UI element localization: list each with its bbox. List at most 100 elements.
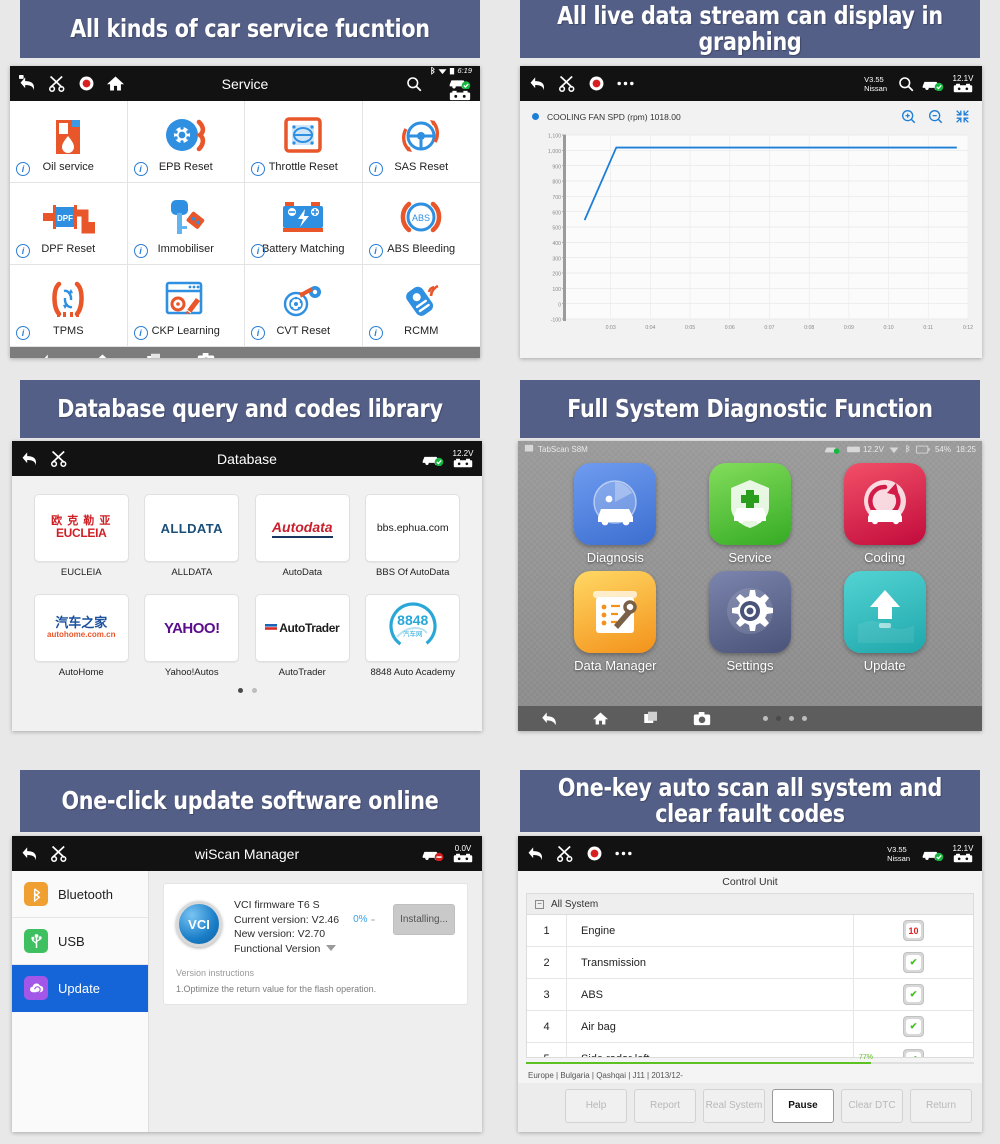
record-icon[interactable] xyxy=(78,75,95,92)
scissors-icon[interactable] xyxy=(48,75,67,92)
functional-version-row[interactable]: Functional Version xyxy=(234,942,381,957)
more-options-icon[interactable] xyxy=(614,850,633,857)
info-icon[interactable]: i xyxy=(133,162,148,176)
app-tile-update[interactable]: Update xyxy=(817,571,952,673)
service-tile[interactable]: CVT Reset i xyxy=(245,265,363,347)
zoom-out-icon[interactable] xyxy=(928,109,943,124)
real-system-button[interactable]: Real System xyxy=(703,1089,765,1123)
nav-recents-icon[interactable] xyxy=(128,353,180,358)
record-icon[interactable] xyxy=(588,75,605,92)
all-system-header[interactable]: − All System xyxy=(527,894,973,915)
nav-back-icon[interactable] xyxy=(540,711,558,726)
info-icon[interactable]: i xyxy=(251,244,265,258)
app-tile-service[interactable]: Service xyxy=(683,463,818,565)
nav-screenshot-icon[interactable] xyxy=(180,353,232,358)
info-icon[interactable]: i xyxy=(251,162,265,176)
app-tile-diagnosis[interactable]: Diagnosis xyxy=(548,463,683,565)
info-icon[interactable]: i xyxy=(16,326,30,340)
back-icon[interactable] xyxy=(20,450,39,467)
database-item[interactable]: YAHOO! Yahoo!Autos xyxy=(144,594,240,678)
sidebar-item-usb[interactable]: USB xyxy=(12,918,148,965)
page-dot[interactable] xyxy=(789,716,794,721)
service-tile[interactable]: EPB Reset i xyxy=(127,101,245,183)
database-item[interactable]: bbs.ephua.com BBS Of AutoData xyxy=(365,494,461,578)
info-icon[interactable]: i xyxy=(133,244,148,258)
service-tile[interactable]: SAS Reset i xyxy=(362,101,480,183)
database-item[interactable]: AutoTrader AutoTrader xyxy=(254,594,350,678)
ok-check-icon: ✔ xyxy=(906,987,921,1002)
page-dot[interactable] xyxy=(802,716,807,721)
collapse-toggle-icon[interactable]: − xyxy=(535,899,544,909)
service-tile[interactable]: ABS ABS Bleeding i xyxy=(362,183,480,265)
report-button[interactable]: Report xyxy=(634,1089,696,1123)
page-dot[interactable] xyxy=(776,716,781,721)
back-icon[interactable] xyxy=(18,75,37,92)
battery-charging-icon xyxy=(915,445,930,453)
page-dot[interactable] xyxy=(251,688,257,693)
app-tile-settings[interactable]: Settings xyxy=(683,571,818,673)
sidebar-item-bluetooth[interactable]: Bluetooth xyxy=(12,871,148,918)
service-tile[interactable]: TPMS i xyxy=(10,265,128,347)
battery-icon xyxy=(279,193,327,241)
more-options-icon[interactable] xyxy=(616,80,635,87)
app-tile-data-manager[interactable]: Data Manager xyxy=(548,571,683,673)
info-icon[interactable]: i xyxy=(16,162,30,176)
installing-button[interactable]: Installing... xyxy=(393,904,455,935)
page-dot[interactable] xyxy=(353,357,358,358)
info-icon[interactable]: i xyxy=(368,162,383,176)
back-icon[interactable] xyxy=(526,845,545,862)
scissors-icon[interactable] xyxy=(556,845,575,862)
table-row[interactable]: 3 ABS ✔ xyxy=(527,978,973,1011)
page-dot[interactable] xyxy=(763,716,768,721)
database-item[interactable]: ALLDATA ALLDATA xyxy=(144,494,240,578)
live-data-chart[interactable]: 1,100 1,000 900 800 700 600 500 400 300 200 100 0 -1… xyxy=(520,127,982,349)
page-dot[interactable] xyxy=(340,357,345,358)
back-icon[interactable] xyxy=(20,845,39,862)
info-icon[interactable]: i xyxy=(368,244,383,258)
home-icon[interactable] xyxy=(106,75,125,92)
page-dot[interactable] xyxy=(237,688,243,693)
record-icon[interactable] xyxy=(586,845,603,862)
nav-back-icon[interactable] xyxy=(24,353,76,358)
nav-home-icon[interactable] xyxy=(592,711,609,726)
app-tile-coding[interactable]: Coding xyxy=(817,463,952,565)
table-row[interactable]: 4 Air bag ✔ xyxy=(527,1010,973,1043)
nav-home-icon[interactable] xyxy=(76,353,128,358)
info-icon[interactable]: i xyxy=(133,326,148,340)
autohome-logo-en: autohome.com.cn xyxy=(47,629,116,639)
chevron-down-icon[interactable] xyxy=(326,945,337,952)
info-icon[interactable]: i xyxy=(251,326,265,340)
info-icon[interactable]: i xyxy=(16,244,30,258)
scissors-icon[interactable] xyxy=(558,75,577,92)
pause-button[interactable]: Pause xyxy=(772,1089,834,1123)
service-tile[interactable]: RCMM i xyxy=(362,265,480,347)
service-tile[interactable]: Battery Matching i xyxy=(245,183,363,265)
help-button[interactable]: Help xyxy=(565,1089,627,1123)
back-icon[interactable] xyxy=(528,75,547,92)
service-tile[interactable]: Throttle Reset i xyxy=(245,101,363,183)
database-item[interactable]: 欧 克 勒 亚 EUCLEIA EUCLEIA xyxy=(33,494,129,578)
service-tile[interactable]: DPF DPF Reset i xyxy=(10,183,128,265)
zoom-in-icon[interactable] xyxy=(901,109,916,124)
table-row[interactable]: 1 Engine 10 xyxy=(527,914,973,947)
row-status: 10 xyxy=(853,915,973,946)
scissors-icon[interactable] xyxy=(50,450,69,467)
database-item[interactable]: 汽车之家 autohome.com.cn AutoHome xyxy=(33,594,129,678)
database-item[interactable]: 8848 汽车网 8848 Auto Academy xyxy=(365,594,461,678)
database-item[interactable]: Autodata AutoData xyxy=(254,494,350,578)
service-tile[interactable]: CKP Learning i xyxy=(127,265,245,347)
clear-dtc-button[interactable]: Clear DTC xyxy=(841,1089,903,1123)
nav-recents-icon[interactable] xyxy=(643,711,659,726)
service-tile[interactable]: Oil service i xyxy=(10,101,128,183)
search-icon[interactable] xyxy=(406,76,422,92)
collapse-icon[interactable] xyxy=(955,109,970,124)
scissors-icon[interactable] xyxy=(50,845,69,862)
search-icon[interactable] xyxy=(898,76,914,92)
nav-screenshot-icon[interactable] xyxy=(693,711,711,726)
table-row[interactable]: 2 Transmission ✔ xyxy=(527,946,973,979)
sidebar-item-update[interactable]: Update xyxy=(12,965,148,1012)
return-button[interactable]: Return xyxy=(910,1089,972,1123)
service-tile[interactable]: Immobiliser i xyxy=(127,183,245,265)
info-icon[interactable]: i xyxy=(368,326,383,340)
table-row[interactable]: 5 Side radar left ✔ xyxy=(527,1043,973,1057)
